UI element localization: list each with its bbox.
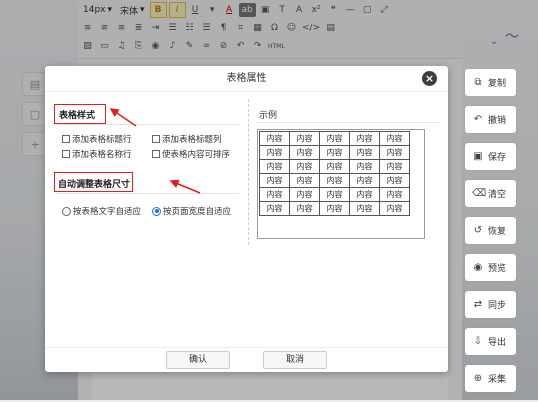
arrow-table-style <box>109 108 137 127</box>
annotation-arrows <box>109 108 201 194</box>
arrow-autosize <box>169 179 201 194</box>
